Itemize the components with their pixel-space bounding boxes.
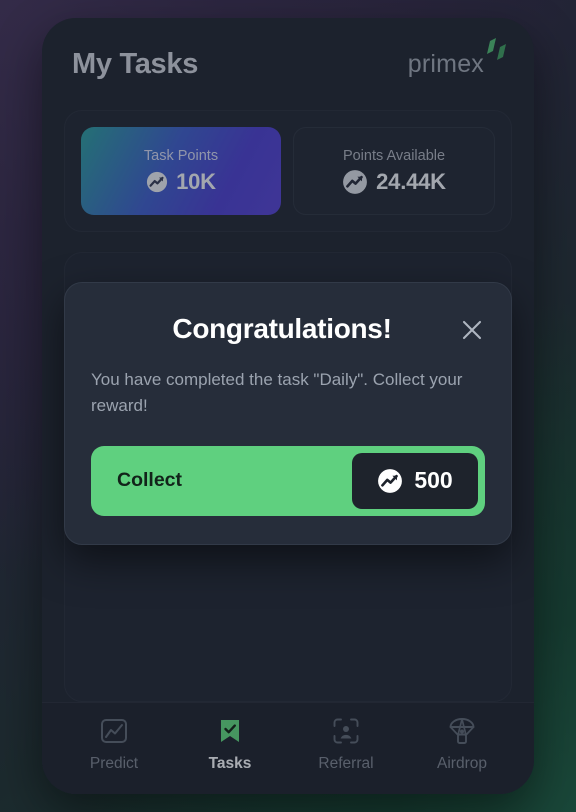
nav-label-referral: Referral xyxy=(318,755,374,772)
parachute-icon xyxy=(449,718,475,744)
nav-label-predict: Predict xyxy=(89,755,139,772)
nav-item-tasks[interactable]: Tasks xyxy=(182,716,278,773)
collect-button-label: Collect xyxy=(117,469,183,492)
bottom-navigation: Predict Tasks Referral Airdrop xyxy=(42,702,534,794)
phone-frame: My Tasks primex Task Points 10K Points A… xyxy=(42,18,534,794)
task-points-label: Task Points xyxy=(143,147,219,164)
app-screen: My Tasks primex Task Points 10K Points A… xyxy=(42,18,534,794)
app-header: My Tasks primex xyxy=(42,18,534,110)
bookmark-check-icon xyxy=(221,720,239,742)
collect-button[interactable]: Collect 500 xyxy=(91,445,485,516)
primex-logo-icon xyxy=(487,37,506,60)
brand-wordmark: primex xyxy=(407,49,484,78)
points-coin-icon xyxy=(378,468,403,493)
points-coin-icon xyxy=(147,171,168,192)
reward-amount-pill: 500 xyxy=(352,452,478,509)
modal-title: Congratulations! xyxy=(172,313,392,344)
modal-body-text: You have completed the task "Daily". Col… xyxy=(91,370,463,416)
nav-item-referral[interactable]: Referral xyxy=(298,716,394,773)
task-points-value-row: 10K xyxy=(146,169,216,195)
chart-image-icon xyxy=(101,719,127,743)
nav-item-predict[interactable]: Predict xyxy=(66,716,162,773)
congratulations-modal: Congratulations! You have completed the … xyxy=(64,282,512,545)
nav-label-airdrop: Airdrop xyxy=(437,755,487,772)
points-available-tile[interactable]: Points Available 24.44K xyxy=(293,127,495,215)
nav-label-tasks: Tasks xyxy=(208,755,252,772)
modal-header: Congratulations! xyxy=(91,313,485,345)
close-icon[interactable] xyxy=(459,317,485,343)
face-scan-icon xyxy=(333,718,359,744)
points-coin-icon xyxy=(343,169,368,194)
points-available-value: 24.44K xyxy=(376,168,446,194)
brand-logo: primex xyxy=(407,37,506,79)
points-available-value-row: 24.44K xyxy=(342,169,446,195)
task-points-tile[interactable]: Task Points 10K xyxy=(81,127,281,215)
points-summary-card: Task Points 10K Points Available 24.44K xyxy=(64,110,512,232)
points-available-label: Points Available xyxy=(342,147,446,164)
reward-value: 500 xyxy=(414,467,453,494)
page-title: My Tasks xyxy=(72,47,199,80)
nav-item-airdrop[interactable]: Airdrop xyxy=(414,716,510,773)
task-points-value: 10K xyxy=(176,168,216,194)
